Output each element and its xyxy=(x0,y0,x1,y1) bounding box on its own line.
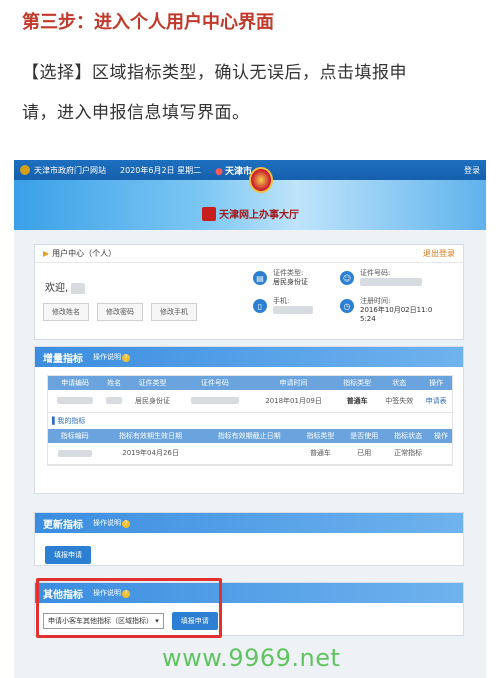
id-number-icon: ☺ xyxy=(340,271,354,285)
table-header-row: 申请编码 姓名 证件类型 证件号码 申请时间 指标类型 状态 操作 xyxy=(48,376,452,390)
col-header: 操作 xyxy=(430,428,452,443)
user-center-header: ▶ 用户中心（个人） 退出登录 xyxy=(35,245,463,263)
article-paragraph-line-2: 请，进入申报信息填写界面。 xyxy=(22,103,250,123)
welcome-label: 欢迎, xyxy=(45,283,69,294)
col-header: 证件类型 xyxy=(126,376,179,390)
login-link[interactable]: 登录 xyxy=(464,165,480,176)
update-help-link[interactable]: 操作说明? xyxy=(93,518,130,528)
edit-password-button[interactable]: 修改密码 xyxy=(97,303,143,321)
hall-name: 天津网上办事大厅 xyxy=(219,210,299,221)
update-panel: 更新指标 操作说明? 填报申请 xyxy=(34,512,464,566)
user-center-panel: ▶ 用户中心（个人） 退出登录 欢迎, 修改姓名 修改密码 修改手机 ▤ 证件类… xyxy=(34,244,464,340)
col-header: 指标类型 xyxy=(336,376,379,390)
edit-name-button[interactable]: 修改姓名 xyxy=(43,303,89,321)
cell-action xyxy=(430,442,452,465)
col-header: 指标有效期截止日期 xyxy=(199,428,299,443)
current-date: 2020年6月2日 星期二 xyxy=(120,165,202,175)
reg-time-label: 注册时间: xyxy=(360,297,391,305)
update-help-label: 操作说明 xyxy=(93,519,121,527)
cell-index-state: 正常指标 xyxy=(386,442,431,465)
col-header: 证件号码 xyxy=(178,376,251,390)
increment-panel: 增量指标 操作说明? 申请编码 姓名 证件类型 证件号码 申请时间 指标类型 状… xyxy=(34,346,464,494)
city-name: 天津市 xyxy=(224,166,252,177)
col-header: 申请时间 xyxy=(250,376,337,390)
name-redacted xyxy=(106,397,123,405)
cell-apply-date: 2018年01月09日 xyxy=(250,390,337,413)
col-header: 姓名 xyxy=(102,376,127,390)
my-index-label: ▌我的指标 xyxy=(52,416,86,425)
watermark: www.9969.net xyxy=(162,644,341,672)
welcome-text: 欢迎, xyxy=(45,279,86,294)
cell-id-type: 居民身份证 xyxy=(126,390,179,413)
col-header: 指标编码 xyxy=(48,428,102,443)
cell-used: 已用 xyxy=(342,442,387,465)
city-selector[interactable]: ● 天津市 xyxy=(215,164,252,177)
my-index-text: 我的指标 xyxy=(57,416,86,425)
cell-car-type: 普通车 xyxy=(336,390,379,413)
help-question-icon: ? xyxy=(122,520,130,528)
cell-end-date xyxy=(199,442,299,465)
highlight-box xyxy=(36,578,222,638)
location-pin-icon: ● xyxy=(215,166,223,177)
id-card-icon: ▤ xyxy=(253,271,267,285)
cell-index-type: 普通车 xyxy=(298,442,343,465)
table-row: 居民身份证 2018年01月09日 普通车 中签失效 申请表 xyxy=(48,390,452,413)
col-header: 指标有效期生效日期 xyxy=(101,428,200,443)
application-form-link[interactable]: 申请表 xyxy=(420,390,452,413)
id-type-value: 居民身份证 xyxy=(273,278,308,286)
username-redacted xyxy=(71,282,86,294)
site-name-link[interactable]: 天津市政府门户网站 xyxy=(34,165,106,176)
app-code-redacted xyxy=(57,397,94,405)
article-paragraph-line-1: 【选择】区域指标类型，确认无误后，点击填报申 xyxy=(22,63,407,83)
increment-title: 增量指标 xyxy=(43,353,83,365)
update-apply-button[interactable]: 填报申请 xyxy=(45,546,91,564)
national-emblem-icon xyxy=(249,167,273,193)
id-number-cell-redacted xyxy=(190,397,239,405)
cell-start-date: 2019年04月26日 xyxy=(101,442,200,465)
col-header: 操作 xyxy=(420,376,452,390)
phone-icon: ▯ xyxy=(253,299,267,313)
clock-icon: ◷ xyxy=(340,299,354,313)
id-number-label: 证件号码: xyxy=(360,269,391,277)
phone-redacted xyxy=(273,306,313,314)
hall-banner: 天津网上办事大厅 xyxy=(14,167,486,230)
portal-screenshot: 天津市政府门户网站 2020年6月2日 星期二 ● 天津市 登录 天津网上办事大厅… xyxy=(14,160,486,678)
index-code-redacted xyxy=(57,449,92,457)
user-center-title: 用户中心（个人） xyxy=(52,249,117,258)
col-header: 状态 xyxy=(378,376,421,390)
application-table: 申请编码 姓名 证件类型 证件号码 申请时间 指标类型 状态 操作 居民身份证 … xyxy=(47,375,453,466)
hall-logo[interactable]: 天津网上办事大厅 xyxy=(202,206,299,221)
increment-help-link[interactable]: 操作说明? xyxy=(93,352,130,362)
increment-help-label: 操作说明 xyxy=(93,353,121,361)
reg-time-value-2: 5:24 xyxy=(360,315,376,323)
reg-time-value-1: 2016年10月02日11:0 xyxy=(360,306,433,314)
arrow-right-icon: ▶ xyxy=(43,249,50,258)
col-header: 指标状态 xyxy=(386,428,431,443)
phone-label: 手机: xyxy=(273,297,290,305)
hall-seal-icon xyxy=(202,206,216,221)
col-header: 指标类型 xyxy=(298,428,343,443)
table-row: 2019年04月26日 普通车 已用 正常指标 xyxy=(48,442,452,465)
col-header: 申请编码 xyxy=(48,376,103,390)
col-header: 是否使用 xyxy=(342,428,387,443)
update-header: 更新指标 操作说明? xyxy=(35,513,463,533)
table-header-row: 指标编码 指标有效期生效日期 指标有效期截止日期 指标类型 是否使用 指标状态 … xyxy=(48,428,452,443)
increment-header: 增量指标 操作说明? xyxy=(35,347,463,367)
id-type-label: 证件类型: xyxy=(273,269,304,277)
cell-status: 中签失效 xyxy=(378,390,421,413)
id-number-redacted xyxy=(360,278,422,286)
edit-phone-button[interactable]: 修改手机 xyxy=(151,303,197,321)
update-title: 更新指标 xyxy=(43,519,83,531)
article-title: 第三步：进入个人用户中心界面 xyxy=(22,12,274,33)
help-question-icon: ? xyxy=(122,354,130,362)
gov-emblem-icon xyxy=(20,165,30,175)
logout-link[interactable]: 退出登录 xyxy=(423,248,455,259)
